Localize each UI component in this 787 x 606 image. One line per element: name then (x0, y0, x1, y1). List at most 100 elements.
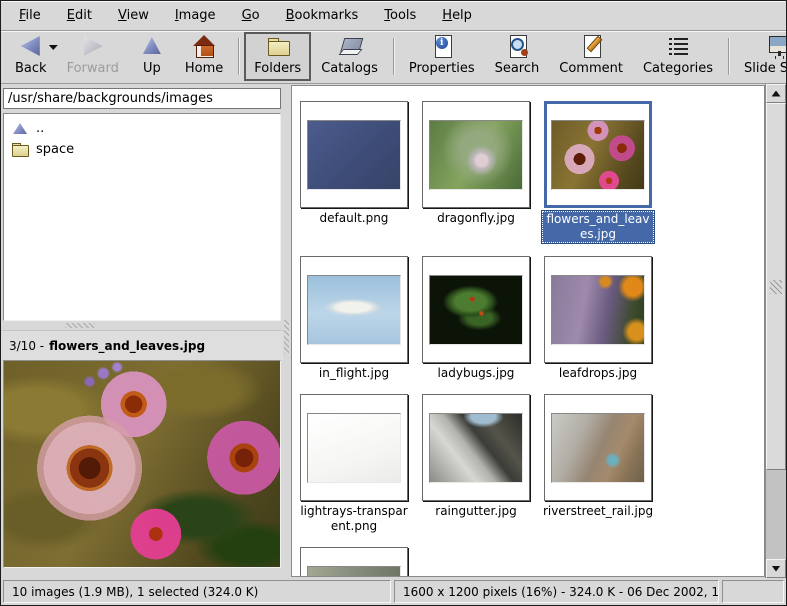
thumbnail-label: leafdrops.jpg (559, 366, 637, 381)
thumbnail-image (551, 120, 645, 190)
preview-info-bar: 3/10 - flowers_and_leaves.jpg (1, 330, 283, 360)
preview-image (3, 360, 281, 568)
thumbnail-card[interactable] (544, 101, 652, 208)
toolbar-button-label: Search (495, 61, 540, 76)
thumbnail-pane: default.png dragonfly.jpg flowers_and_leav… (291, 85, 765, 577)
thumbnail-card[interactable] (300, 547, 408, 577)
thumbnail-card[interactable] (422, 394, 530, 501)
toolbar-button-label: Slide Show (744, 61, 787, 76)
book-icon (337, 34, 363, 58)
vertical-scrollbar[interactable] (765, 84, 786, 578)
menu-item-go[interactable]: Go (230, 4, 272, 27)
horizontal-splitter[interactable] (3, 321, 281, 330)
thumbnail-item-dragonfly.jpg[interactable]: dragonfly.jpg (420, 101, 532, 226)
catalogs-icon-wrap (337, 34, 363, 58)
toolbar-button-forward[interactable]: Forward (57, 32, 129, 81)
thumbnail-label: flowers_and_leaves.jpg (542, 211, 654, 243)
thumbnail-item-raingutter.jpg[interactable]: raingutter.jpg (420, 394, 532, 519)
thumbnail-item-leafdrops.jpg[interactable]: leafdrops.jpg (542, 256, 654, 381)
toolbar-button-properties[interactable]: Properties (399, 32, 485, 81)
location-input[interactable] (3, 88, 281, 109)
menubar: FileEditViewImageGoBookmarksToolsHelp (1, 1, 786, 31)
thumbnail-label: default.png (320, 211, 389, 226)
comment-icon (578, 34, 604, 58)
thumbnail-image (429, 120, 523, 190)
thumbnail-image (307, 275, 401, 345)
thumbnail-label: ladybugs.jpg (438, 366, 515, 381)
thumbnail-card[interactable] (300, 101, 408, 208)
thumbnail-card[interactable] (544, 394, 652, 501)
forward-icon (80, 34, 106, 58)
statusbar-file-counts: 10 images (1.9 MB), 1 selected (324.0 K) (3, 580, 391, 603)
toolbar-button-search[interactable]: Search (485, 32, 550, 81)
toolbar-button-label: Categories (643, 61, 713, 76)
thumbnail-card[interactable] (300, 256, 408, 363)
toolbar-button-label: Back (15, 61, 47, 76)
toolbar-button-label: Catalogs (321, 61, 378, 76)
thumbnail-card[interactable] (544, 256, 652, 363)
toolbar-button-folders[interactable]: Folders (244, 32, 311, 81)
thumbnail-image (307, 566, 401, 578)
search-icon-wrap (504, 34, 530, 58)
thumbnail-card[interactable] (422, 101, 530, 208)
scrollbar-up-button[interactable] (766, 84, 786, 103)
scrollbar-down-button[interactable] (766, 559, 786, 578)
toolbar-button-label: Up (143, 61, 161, 76)
comment-icon-wrap (578, 34, 604, 58)
up-icon (139, 34, 165, 58)
list-icon (667, 34, 689, 58)
thumbnail-item[interactable] (298, 547, 410, 577)
menu-item-bookmarks[interactable]: Bookmarks (274, 4, 371, 27)
menu-item-edit[interactable]: Edit (55, 4, 104, 27)
up-triangle-icon (12, 122, 28, 135)
thumbnail-card[interactable] (422, 256, 530, 363)
folder-item-space[interactable]: space (4, 139, 280, 160)
toolbar-button-slide-show[interactable]: Slide Show (734, 32, 787, 81)
toolbar-button-home[interactable]: Home (175, 32, 233, 81)
toolbar-button-categories[interactable]: Categories (633, 32, 723, 81)
folder-item-label: .. (36, 121, 44, 136)
folder-list[interactable]: .. space (3, 113, 281, 321)
menu-item-image[interactable]: Image (163, 4, 228, 27)
thumbnail-item-default.png[interactable]: default.png (298, 101, 410, 226)
thumbnail-label: riverstreet_rail.jpg (543, 504, 653, 519)
thumbnail-image (307, 413, 401, 483)
toolbar-button-catalogs[interactable]: Catalogs (311, 32, 388, 81)
thumbnail-image (551, 413, 645, 483)
thumbnail-grid: default.png dragonfly.jpg flowers_and_leav… (292, 86, 764, 577)
toolbar-button-up[interactable]: Up (129, 32, 175, 81)
thumbnail-label: in_flight.jpg (319, 366, 389, 381)
toolbar-separator (728, 38, 729, 75)
thumbnail-item-lightrays-transparent.png[interactable]: lightrays-transparent.png (298, 394, 410, 534)
folders-icon-wrap (265, 34, 291, 58)
thumbnail-image (307, 120, 401, 190)
thumbnail-image (429, 413, 523, 483)
thumbnail-image (551, 275, 645, 345)
back-icon (18, 34, 44, 58)
left-pane: .. space 3/10 - flowers_and_leaves.jpg (1, 84, 283, 578)
toolbar-button-label: Home (185, 61, 223, 76)
menu-item-file[interactable]: File (7, 4, 53, 27)
menu-item-tools[interactable]: Tools (372, 4, 428, 27)
folder-item-parent[interactable]: .. (4, 118, 280, 139)
docinfo-icon (429, 34, 455, 58)
scrollbar-thumb[interactable] (766, 103, 786, 470)
scrollbar-trough[interactable] (766, 470, 786, 559)
toolbar-button-back[interactable]: Back (5, 32, 57, 81)
toolbar-button-comment[interactable]: Comment (549, 32, 633, 81)
toolbar-separator (393, 38, 394, 75)
categories-icon-wrap (667, 34, 689, 58)
slide-show-icon-wrap (767, 34, 787, 58)
thumbnail-item-riverstreet_rail.jpg[interactable]: riverstreet_rail.jpg (542, 394, 654, 519)
vertical-splitter[interactable] (283, 84, 291, 578)
thumbnail-card[interactable] (300, 394, 408, 501)
menu-item-help[interactable]: Help (430, 4, 484, 27)
thumbnail-item-ladybugs.jpg[interactable]: ladybugs.jpg (420, 256, 532, 381)
home-icon-wrap (191, 34, 217, 58)
thumbnail-item-flowers_and_leaves.jpg[interactable]: flowers_and_leaves.jpg (542, 101, 654, 243)
preview-counter: 3/10 - (9, 339, 44, 353)
menu-item-view[interactable]: View (106, 4, 161, 27)
folder-icon (265, 34, 291, 58)
scroll-up-arrow-icon (772, 91, 781, 97)
thumbnail-item-in_flight.jpg[interactable]: in_flight.jpg (298, 256, 410, 381)
